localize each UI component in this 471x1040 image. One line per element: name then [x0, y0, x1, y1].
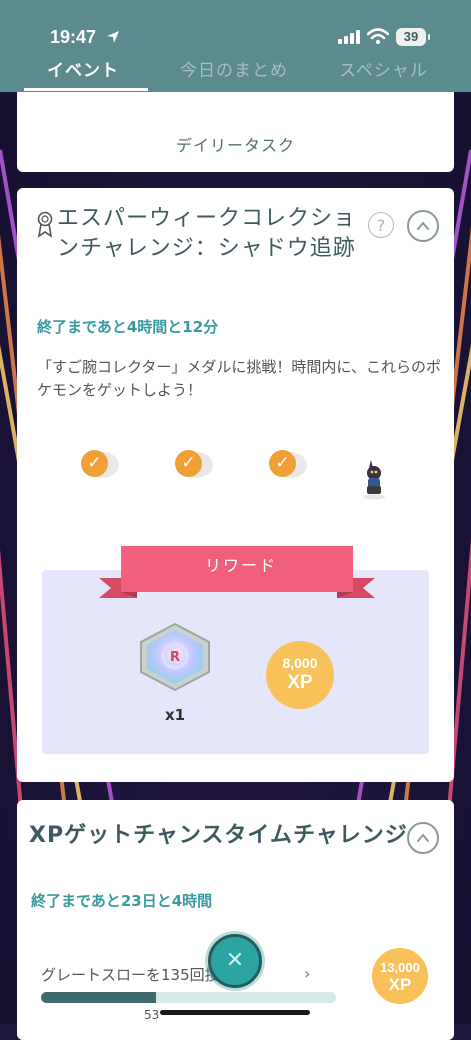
tab-bar: イベント 今日のまとめ スペシャル	[0, 52, 471, 92]
tab-today-summary[interactable]: 今日のまとめ	[180, 56, 288, 81]
tab-event[interactable]: イベント	[47, 56, 119, 81]
checkmark-icon: ✓	[269, 450, 296, 477]
daily-task-card[interactable]: デイリータスク	[17, 92, 454, 172]
close-button[interactable]: ✕	[208, 934, 262, 988]
xp-unit: XP	[287, 672, 313, 693]
reward-label: リワード	[204, 556, 277, 575]
xp-unit: XP	[388, 975, 412, 994]
chevron-right-icon[interactable]: ›	[304, 964, 310, 983]
challenge-time-left: 終了まであと4時間と12分	[37, 318, 219, 336]
collection-challenge-card: エスパーウィークコレクションチャレンジ：シャドウ追跡 ? 終了まであと4時間と1…	[17, 188, 454, 782]
svg-text:R: R	[170, 650, 180, 665]
challenge-description: 「すご腕コレクター」メダルに挑戦！時間内に、これらのポケモンをゲットしよう！	[37, 358, 441, 399]
cellular-signal-icon	[338, 30, 360, 44]
collapse-button[interactable]	[407, 210, 439, 242]
reward-item-count: x1	[164, 706, 186, 724]
home-indicator	[160, 1010, 310, 1015]
location-arrow-icon	[107, 31, 119, 43]
medal-icon	[37, 211, 53, 238]
xp-reward-badge: 8,000 XP	[266, 641, 334, 709]
chevron-up-icon	[417, 221, 429, 230]
pokemon-slot-caught[interactable]: ✓	[81, 446, 125, 492]
xp-challenge-title: XPゲットチャンスタイムチャレンジ	[29, 823, 408, 848]
app-header: 19:47 39 イベント 今日のまとめ スペシャル	[0, 0, 471, 92]
close-icon: ✕	[225, 948, 245, 973]
xp-challenge-card: XPゲットチャンスタイムチャレンジ 終了まであと23日と4時間 グレートスローを…	[17, 800, 454, 1040]
task-progress-bar	[41, 992, 336, 1003]
xp-amount: 13,000	[380, 960, 420, 975]
shadow-pokemon-icon[interactable]	[359, 458, 389, 500]
help-icon[interactable]: ?	[368, 212, 394, 238]
task-progress-value: 53	[144, 1008, 160, 1022]
active-tab-indicator	[24, 88, 148, 91]
status-time: 19:47	[50, 27, 97, 47]
daily-task-label: デイリータスク	[175, 136, 295, 155]
rocket-lure-module-icon[interactable]: R	[135, 620, 215, 694]
battery-indicator: 39	[396, 28, 426, 46]
status-bar: 19:47 39	[0, 0, 471, 48]
collapse-button[interactable]	[407, 822, 439, 854]
pokemon-slot-caught[interactable]: ✓	[269, 446, 313, 492]
wifi-icon	[367, 28, 389, 45]
tab-special[interactable]: スペシャル	[339, 56, 428, 81]
checkmark-icon: ✓	[81, 450, 108, 477]
battery-tip	[428, 34, 430, 40]
xp-reward-badge: 13,000 XP	[372, 948, 428, 1004]
xp-amount: 8,000	[282, 655, 318, 671]
task-progress-fill	[41, 992, 157, 1003]
challenge-title: エスパーウィークコレクションチャレンジ：シャドウ追跡	[57, 206, 357, 261]
checkmark-icon: ✓	[175, 450, 202, 477]
pokemon-slot-caught[interactable]: ✓	[175, 446, 219, 492]
chevron-up-icon	[417, 833, 429, 842]
xp-challenge-time-left: 終了まであと23日と4時間	[31, 892, 213, 910]
